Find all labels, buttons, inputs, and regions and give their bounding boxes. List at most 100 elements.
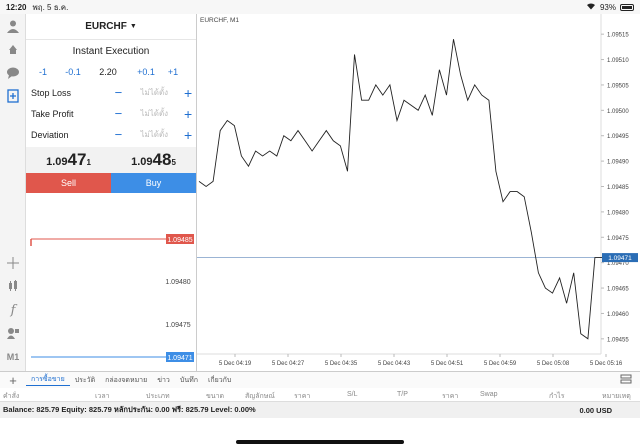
deviation-label: Deviation — [31, 129, 69, 140]
y-tick-label: 1.09465 — [607, 287, 629, 293]
x-tick-label: 5 Dec 04:43 — [378, 361, 411, 367]
col-profit: กำไร — [549, 393, 565, 400]
stop-loss-label: Stop Loss — [31, 87, 72, 98]
symbol-selector[interactable]: EURCHF ▼ — [26, 14, 196, 40]
y-tick-label: 1.09455 — [607, 337, 629, 343]
deviation-row: Deviation − ไม่ได้ตั้ง + — [26, 124, 196, 145]
volume-minus-1[interactable]: -1 — [26, 67, 60, 77]
y-tick-label: 1.09490 — [607, 160, 629, 166]
tab-about[interactable]: เกี่ยวกับ — [203, 375, 236, 386]
tab-journal[interactable]: บันทึก — [175, 375, 203, 386]
function-icon[interactable]: f — [4, 301, 22, 319]
buy-price-prefix: 1.09 — [131, 156, 153, 168]
execution-mode[interactable]: Instant Execution — [26, 40, 196, 62]
x-tick-label: 5 Dec 05:08 — [537, 361, 570, 367]
col-type: ประเภท — [146, 393, 170, 400]
price-chart-svg: EURCHF, M1 1.095151.095101.095051.095001… — [197, 14, 638, 367]
y-tick-label: 1.09485 — [607, 185, 629, 191]
take-profit-plus-button[interactable]: + — [180, 106, 196, 122]
sell-price: 1.09 47 1 — [26, 147, 111, 173]
buy-button[interactable]: Buy — [111, 173, 196, 193]
user-icon[interactable] — [4, 17, 22, 35]
y-tick-label: 1.09480 — [607, 210, 629, 216]
price-chart[interactable]: EURCHF, M1 1.09515 1.09510 1.09505 1.09500 1… — [196, 14, 640, 371]
trade-arrows-icon[interactable] — [4, 40, 22, 58]
col-time: เวลา — [95, 393, 110, 400]
timeframe-m1[interactable]: M1 — [4, 348, 22, 366]
col-sl: S/L — [347, 391, 358, 398]
col-order: คำสั่ง — [3, 393, 20, 400]
take-profit-minus-button[interactable]: − — [109, 106, 129, 121]
terminal-tabs: + การซื้อขาย ประวัติ กล่องจดหมาย ข่าว บั… — [0, 371, 640, 388]
orders-table-header: คำสั่ง เวลา ประเภท ขนาด สัญลักษณ์ ราคา S… — [0, 388, 640, 402]
stop-loss-plus-button[interactable]: + — [180, 85, 196, 101]
volume-minus-0-1[interactable]: -0.1 — [60, 67, 86, 77]
deviation-minus-button[interactable]: − — [109, 127, 129, 142]
stop-loss-row: Stop Loss − ไม่ได้ตั้ง + — [26, 82, 196, 103]
x-tick-label: 5 Dec 04:19 — [219, 361, 252, 367]
y-tick-label: 1.09495 — [607, 134, 629, 140]
tab-history[interactable]: ประวัติ — [70, 375, 100, 386]
deviation-plus-button[interactable]: + — [180, 127, 196, 143]
current-price-label: 1.09471 — [608, 255, 632, 262]
stop-loss-minus-button[interactable]: − — [109, 85, 129, 100]
tab-mailbox[interactable]: กล่องจดหมาย — [100, 375, 152, 386]
col-size: ขนาด — [206, 393, 225, 400]
col-symbol: สัญลักษณ์ — [245, 393, 275, 400]
objects-icon[interactable] — [4, 324, 22, 342]
mini-tick-1: 1.09475 — [165, 322, 190, 329]
sell-price-prefix: 1.09 — [46, 156, 68, 168]
status-time: 12:20 — [6, 2, 27, 12]
home-indicator — [236, 440, 404, 444]
volume-plus-0-1[interactable]: +0.1 — [130, 67, 162, 77]
status-date: พฤ. 5 ธ.ค. — [32, 2, 69, 12]
status-bar: 12:20 พฤ. 5 ธ.ค. 93% — [0, 0, 640, 14]
sell-button[interactable]: Sell — [26, 173, 111, 193]
balance-row: Balance: 825.79 Equity: 825.79 หลักประกั… — [0, 402, 640, 418]
volume-value[interactable]: 2.20 — [86, 67, 130, 77]
x-tick-label: 5 Dec 04:59 — [484, 361, 517, 367]
x-tick-label: 5 Dec 04:27 — [272, 361, 305, 367]
y-tick-label: 1.09515 — [607, 33, 629, 39]
balance-text: Balance: 825.79 Equity: 825.79 หลักประกั… — [3, 405, 256, 414]
chat-icon[interactable] — [4, 64, 22, 82]
deviation-value[interactable]: ไม่ได้ตั้ง — [128, 128, 180, 141]
add-icon[interactable]: + — [0, 373, 26, 388]
y-tick-label: 1.09510 — [607, 58, 629, 64]
tick-mini-chart: 1.09485 1.09480 1.09475 1.09471 — [30, 234, 194, 362]
stop-loss-value[interactable]: ไม่ได้ตั้ง — [128, 86, 180, 99]
x-ticks: 5 Dec 04:19 5 Dec 04:27 5 Dec 04:35 5 Dec 0… — [219, 354, 623, 367]
buy-price: 1.09 48 5 — [111, 147, 196, 173]
x-tick-label: 5 Dec 04:35 — [325, 361, 358, 367]
y-ticks: 1.09515 1.09510 1.09505 1.09500 1.09495 1.094… — [601, 33, 629, 343]
candles-icon[interactable] — [4, 277, 22, 295]
chart-title: EURCHF, M1 — [200, 17, 239, 24]
x-tick-label: 5 Dec 04:51 — [431, 361, 464, 367]
balance-total: 0.00 USD — [579, 405, 612, 415]
buy-price-big: 48 — [152, 150, 172, 169]
layout-icon[interactable] — [620, 374, 632, 387]
new-order-icon[interactable] — [4, 87, 22, 105]
battery-icon — [620, 3, 634, 11]
left-toolbar: f M1 — [0, 14, 26, 371]
col-tp: T/P — [397, 391, 408, 398]
sell-price-sup: 1 — [86, 158, 91, 167]
volume-plus-1[interactable]: +1 — [162, 67, 184, 77]
tab-trade[interactable]: การซื้อขาย — [26, 374, 70, 386]
y-tick-label: 1.09500 — [607, 109, 629, 115]
col-price: ราคา — [294, 393, 311, 400]
y-tick-label: 1.09460 — [607, 312, 629, 318]
x-tick-label: 5 Dec 05:16 — [590, 361, 623, 367]
take-profit-value[interactable]: ไม่ได้ตั้ง — [128, 107, 180, 120]
tab-news[interactable]: ข่าว — [152, 375, 175, 386]
buy-price-sup: 5 — [171, 158, 176, 167]
crosshair-icon[interactable] — [4, 254, 22, 272]
col-swap: Swap — [480, 391, 498, 398]
y-tick-label: 1.09505 — [607, 83, 629, 89]
price-series-line — [198, 39, 602, 340]
quotes-row: 1.09 47 1 1.09 48 5 — [26, 147, 196, 173]
mini-tick-0: 1.09480 — [165, 279, 190, 286]
caret-down-icon: ▼ — [129, 23, 137, 30]
col-price-2: ราคา — [442, 393, 459, 400]
take-profit-label: Take Profit — [31, 108, 74, 119]
